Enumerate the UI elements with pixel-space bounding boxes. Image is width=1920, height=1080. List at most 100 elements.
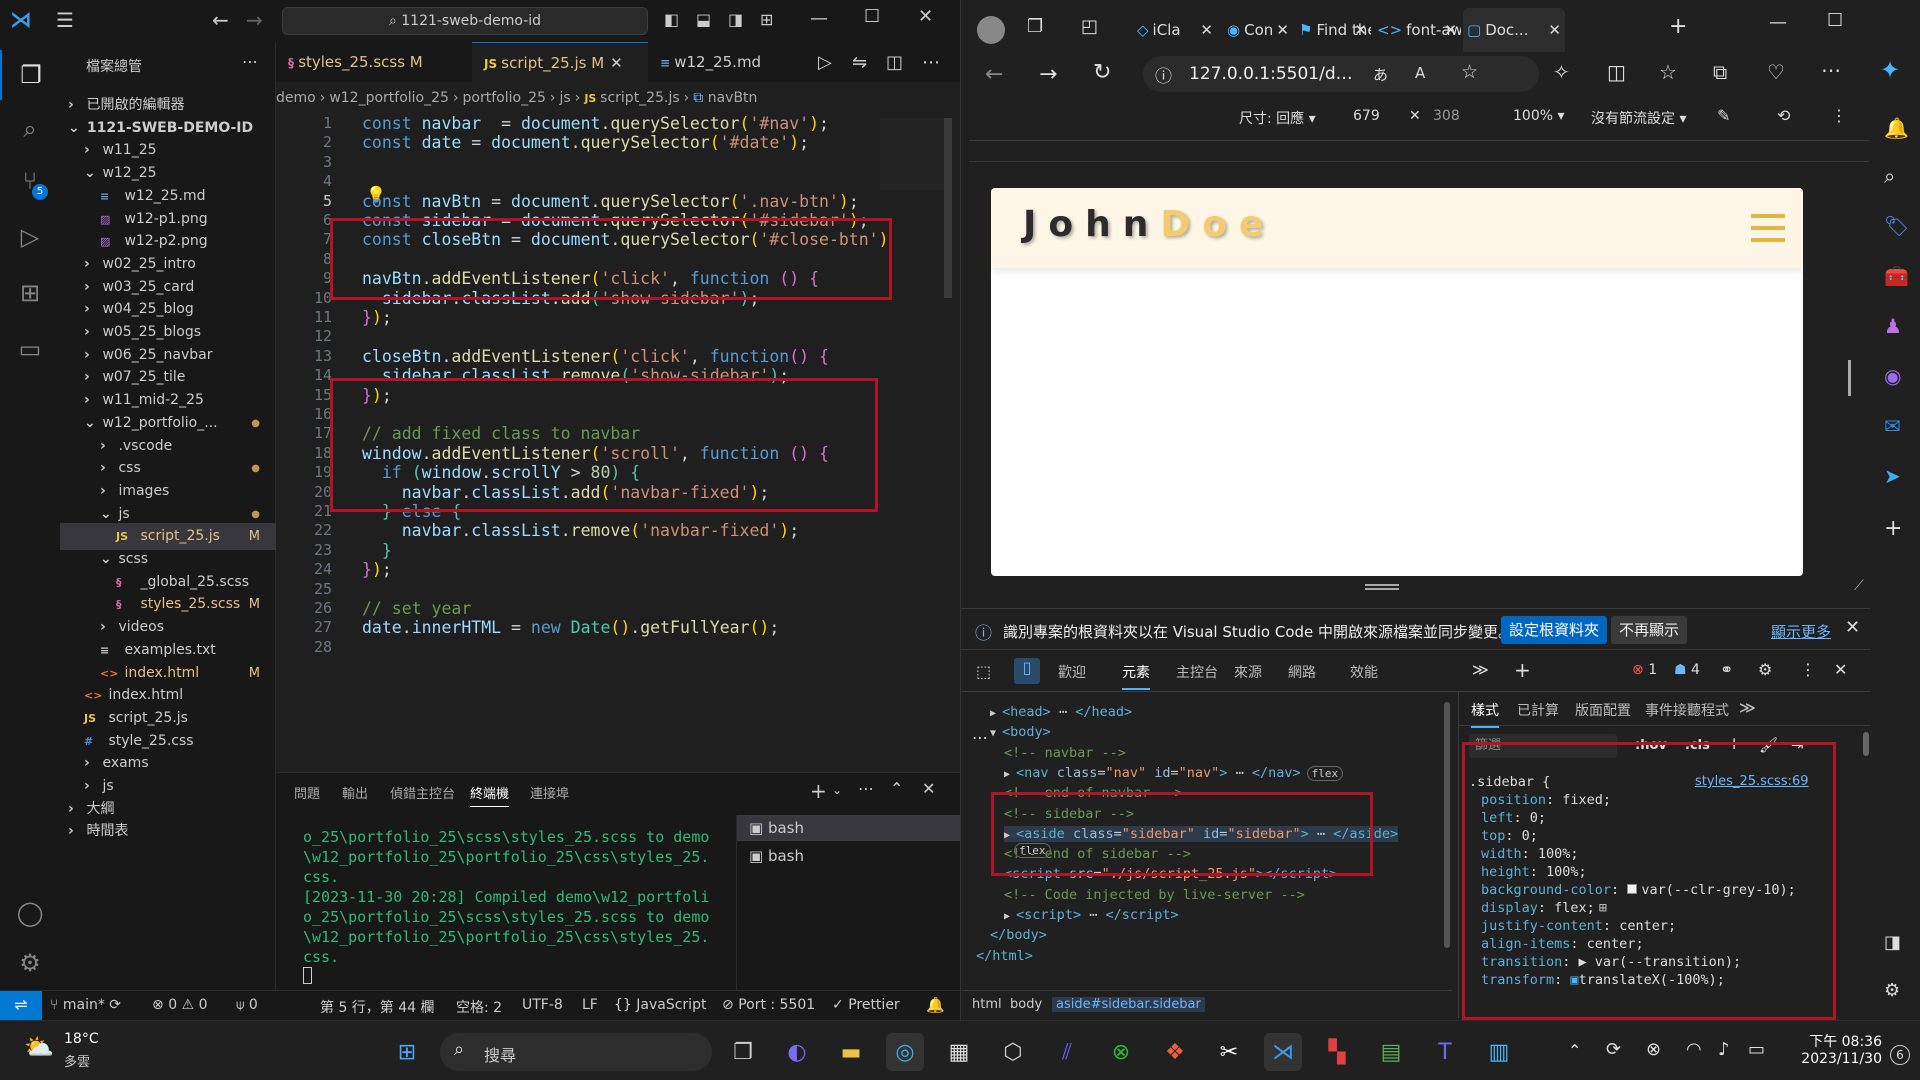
- zoom-select[interactable]: 100% ▾: [1513, 108, 1565, 124]
- tab-close-icon[interactable]: ✕: [1444, 8, 1457, 52]
- styles-tab-0[interactable]: 樣式: [1471, 700, 1499, 728]
- terminal-output[interactable]: o_25\portfolio_25\scss\styles_25.scss to…: [303, 827, 743, 967]
- tab-w12-25-md[interactable]: ≡ w12_25.md: [648, 42, 786, 82]
- favorites-icon[interactable]: ☆: [1659, 60, 1677, 84]
- more-tabs-icon[interactable]: ≫: [1472, 660, 1489, 679]
- address-bar[interactable]: ⓘ 127.0.0.1:5501/dem... あ A ☆: [1143, 56, 1539, 92]
- remote-indicator-icon[interactable]: ⇌: [0, 991, 42, 1020]
- code-line[interactable]: closeBtn.addEventListener('click', funct…: [362, 347, 829, 366]
- figma-icon[interactable]: ❖: [1156, 1033, 1194, 1071]
- read-aloud-icon[interactable]: A: [1415, 64, 1425, 82]
- tab-close-icon[interactable]: ✕: [1354, 8, 1367, 52]
- add-tab-icon[interactable]: +: [1514, 658, 1531, 682]
- element-row[interactable]: <!-- Code injected by live-server -->: [1004, 887, 1305, 903]
- copilot-icon[interactable]: ✦: [1880, 56, 1900, 84]
- device-more-icon[interactable]: ⋮: [1831, 106, 1847, 125]
- source-control-icon[interactable]: ⑂ 5: [0, 156, 60, 206]
- element-row[interactable]: ▼ <body>: [990, 724, 1051, 740]
- translate-icon[interactable]: あ: [1373, 64, 1388, 85]
- styles-tab-1[interactable]: 已計算: [1517, 700, 1559, 720]
- edge-maximize-button[interactable]: ☐: [1827, 10, 1843, 31]
- app-icon-4[interactable]: ▤: [1372, 1033, 1410, 1071]
- expand-arrow-icon[interactable]: ▼: [990, 728, 1002, 739]
- resize-corner-icon[interactable]: ⟋: [1854, 578, 1864, 594]
- compare-icon[interactable]: ⇋: [852, 52, 867, 73]
- inspect-icon[interactable]: ⬚: [976, 662, 991, 681]
- minimap[interactable]: [880, 118, 950, 190]
- code-line[interactable]: const navBtn = document.querySelector('.…: [362, 192, 859, 211]
- editor-scrollbar[interactable]: [944, 118, 952, 298]
- teams-chat-icon[interactable]: ◐: [778, 1033, 816, 1071]
- breadcrumb-item[interactable]: portfolio_25: [463, 90, 546, 106]
- close-window-button[interactable]: ✕: [918, 6, 933, 27]
- hamburger-menu-icon[interactable]: [1751, 214, 1785, 242]
- tray-app-icon[interactable]: ⊗: [1646, 1039, 1661, 1060]
- notepad-icon[interactable]: ▥: [1480, 1033, 1518, 1071]
- resize-handle-right[interactable]: [1848, 360, 1851, 396]
- new-tab-icon[interactable]: +: [1669, 14, 1687, 39]
- language-status[interactable]: {} JavaScript: [614, 997, 706, 1013]
- connect-icon[interactable]: ⚭: [1720, 660, 1733, 679]
- tab-close-icon[interactable]: ✕: [610, 54, 623, 72]
- browser-tab-4[interactable]: ▢ Doc... ✕: [1463, 8, 1565, 52]
- search-view-icon[interactable]: ⌕: [0, 104, 60, 154]
- back-arrow-icon[interactable]: ←: [212, 8, 229, 32]
- wifi-icon[interactable]: ◠: [1686, 1039, 1702, 1060]
- outlook-icon[interactable]: ✉: [1884, 414, 1901, 438]
- edge-taskbar-icon[interactable]: ◎: [886, 1033, 924, 1071]
- expand-arrow-icon[interactable]: ▶: [1004, 769, 1016, 780]
- split-editor-icon[interactable]: ◫: [886, 52, 903, 73]
- code-line[interactable]: navbar.classList.remove('navbar-fixed');: [362, 521, 799, 540]
- run-icon[interactable]: ▷: [818, 52, 832, 73]
- start-icon[interactable]: ⊞: [388, 1033, 426, 1071]
- browser-tab-3[interactable]: <>font-awe✕: [1373, 8, 1461, 52]
- settings-more-icon[interactable]: ⋯: [1821, 58, 1841, 82]
- breadcrumb-item[interactable]: w12_portfolio_25: [329, 90, 449, 106]
- devtools-tab-3[interactable]: 來源: [1234, 662, 1262, 682]
- vscode-taskbar-icon[interactable]: ⋊: [1264, 1033, 1302, 1071]
- toggle-panel-icon[interactable]: ⬓: [696, 10, 711, 29]
- breadcrumb-item[interactable]: js: [560, 90, 571, 106]
- weather-icon[interactable]: ⛅: [24, 1033, 54, 1061]
- tab-styles-25-scss[interactable]: § styles_25.scss M: [276, 42, 472, 82]
- panel-tab-2[interactable]: 偵錯主控台: [390, 783, 455, 802]
- favorite-star-icon[interactable]: ☆: [1461, 61, 1478, 83]
- live-server-status[interactable]: ⊘ Port : 5501: [722, 997, 815, 1013]
- devtools-more-icon[interactable]: ⋮: [1800, 660, 1816, 679]
- devtools-tab-5[interactable]: 效能: [1350, 662, 1378, 682]
- ports-status[interactable]: ⍦ 0: [236, 997, 258, 1013]
- breadcrumb-item[interactable]: demo: [276, 90, 316, 106]
- issues-count[interactable]: ☗ 4: [1674, 662, 1700, 678]
- split-screen-icon[interactable]: ◫: [1607, 60, 1626, 84]
- code-line[interactable]: date.innerHTML = new Date().getFullYear(…: [362, 618, 779, 637]
- info-icon[interactable]: ⓘ: [1155, 62, 1172, 87]
- height-input[interactable]: 308: [1433, 108, 1460, 124]
- breadcrumb-item[interactable]: navBtn: [708, 90, 758, 106]
- device-emulation-icon[interactable]: ▯: [1014, 658, 1040, 684]
- devtools-tab-2[interactable]: 主控台: [1176, 662, 1218, 682]
- hide-sidebar-icon[interactable]: ◨: [1884, 932, 1901, 953]
- close-panel-icon[interactable]: ✕: [922, 779, 935, 798]
- rotate-icon[interactable]: ⟲: [1777, 106, 1790, 125]
- terminal-entry[interactable]: ▣ bash: [737, 815, 961, 841]
- panel-tab-3[interactable]: 終端機: [470, 783, 510, 807]
- problems-status[interactable]: ⊗ 0 ⚠ 0: [152, 997, 207, 1013]
- encoding-status[interactable]: UTF-8: [522, 997, 563, 1013]
- error-count[interactable]: ⊗ 1: [1632, 662, 1657, 678]
- new-terminal-icon[interactable]: +: [810, 779, 827, 803]
- tab-close-icon[interactable]: ✕: [1276, 8, 1289, 52]
- health-icon[interactable]: ♡: [1767, 60, 1785, 84]
- eyedropper-icon[interactable]: ✎: [1717, 106, 1730, 125]
- element-row[interactable]: ▶ <nav class="nav" id="nav"> ⋯ </nav> fle…: [1004, 765, 1344, 781]
- app-icon-3[interactable]: ▚: [1318, 1033, 1356, 1071]
- branch-status[interactable]: ⑂ main* ⟳: [50, 997, 121, 1013]
- extensions-icon[interactable]: ⊞: [0, 268, 60, 318]
- sidebar-add-icon[interactable]: +: [1884, 516, 1902, 541]
- devtools-tab-0[interactable]: 歡迎: [1058, 662, 1086, 682]
- drop-icon[interactable]: ➤: [1884, 464, 1901, 488]
- panel-tab-4[interactable]: 連接埠: [530, 783, 569, 802]
- show-hidden-icons[interactable]: ⌃: [1568, 1041, 1581, 1060]
- element-row[interactable]: ▶ <script> ⋯ </script>: [1004, 907, 1179, 923]
- expand-arrow-icon[interactable]: ▶: [1004, 911, 1016, 922]
- settings-gear-icon[interactable]: ⚙: [0, 938, 60, 988]
